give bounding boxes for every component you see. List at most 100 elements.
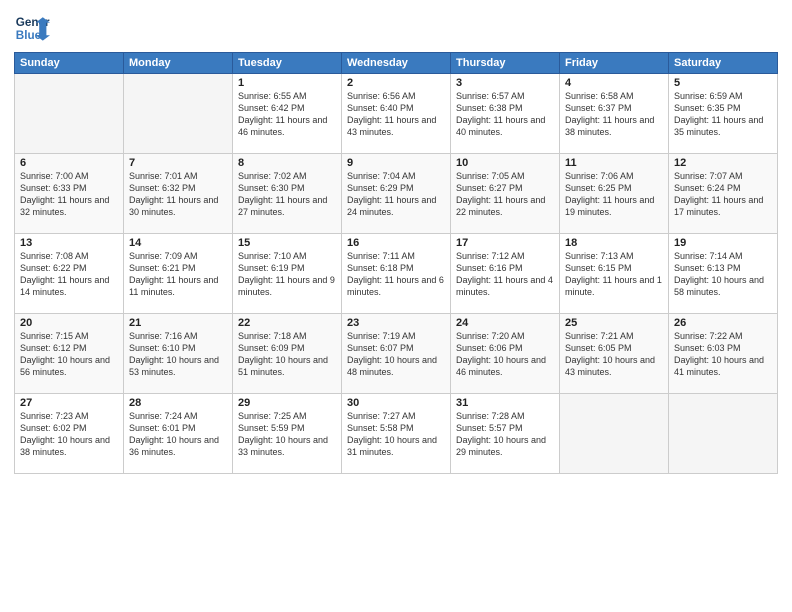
day-detail: Sunrise: 7:09 AM Sunset: 6:21 PM Dayligh… bbox=[129, 250, 227, 299]
day-number: 25 bbox=[565, 317, 663, 329]
calendar-cell: 31Sunrise: 7:28 AM Sunset: 5:57 PM Dayli… bbox=[451, 394, 560, 474]
calendar-cell: 4Sunrise: 6:58 AM Sunset: 6:37 PM Daylig… bbox=[560, 74, 669, 154]
calendar-table: SundayMondayTuesdayWednesdayThursdayFrid… bbox=[14, 52, 778, 474]
calendar-cell: 5Sunrise: 6:59 AM Sunset: 6:35 PM Daylig… bbox=[669, 74, 778, 154]
calendar-cell bbox=[124, 74, 233, 154]
calendar-cell: 14Sunrise: 7:09 AM Sunset: 6:21 PM Dayli… bbox=[124, 234, 233, 314]
day-number: 13 bbox=[20, 237, 118, 249]
day-detail: Sunrise: 7:00 AM Sunset: 6:33 PM Dayligh… bbox=[20, 170, 118, 219]
calendar-cell: 3Sunrise: 6:57 AM Sunset: 6:38 PM Daylig… bbox=[451, 74, 560, 154]
week-row-5: 27Sunrise: 7:23 AM Sunset: 6:02 PM Dayli… bbox=[15, 394, 778, 474]
calendar-cell: 6Sunrise: 7:00 AM Sunset: 6:33 PM Daylig… bbox=[15, 154, 124, 234]
header-row: SundayMondayTuesdayWednesdayThursdayFrid… bbox=[15, 53, 778, 74]
day-number: 3 bbox=[456, 77, 554, 89]
logo: General Blue bbox=[14, 10, 50, 46]
day-detail: Sunrise: 7:16 AM Sunset: 6:10 PM Dayligh… bbox=[129, 330, 227, 379]
calendar-cell: 27Sunrise: 7:23 AM Sunset: 6:02 PM Dayli… bbox=[15, 394, 124, 474]
day-header-friday: Friday bbox=[560, 53, 669, 74]
day-header-thursday: Thursday bbox=[451, 53, 560, 74]
calendar-cell bbox=[669, 394, 778, 474]
day-number: 23 bbox=[347, 317, 445, 329]
day-detail: Sunrise: 7:01 AM Sunset: 6:32 PM Dayligh… bbox=[129, 170, 227, 219]
calendar-cell: 26Sunrise: 7:22 AM Sunset: 6:03 PM Dayli… bbox=[669, 314, 778, 394]
day-detail: Sunrise: 7:18 AM Sunset: 6:09 PM Dayligh… bbox=[238, 330, 336, 379]
calendar-cell: 16Sunrise: 7:11 AM Sunset: 6:18 PM Dayli… bbox=[342, 234, 451, 314]
day-number: 19 bbox=[674, 237, 772, 249]
calendar-cell: 24Sunrise: 7:20 AM Sunset: 6:06 PM Dayli… bbox=[451, 314, 560, 394]
calendar-cell: 15Sunrise: 7:10 AM Sunset: 6:19 PM Dayli… bbox=[233, 234, 342, 314]
header: General Blue bbox=[14, 10, 778, 46]
day-number: 26 bbox=[674, 317, 772, 329]
day-number: 1 bbox=[238, 77, 336, 89]
day-detail: Sunrise: 7:21 AM Sunset: 6:05 PM Dayligh… bbox=[565, 330, 663, 379]
calendar-cell: 9Sunrise: 7:04 AM Sunset: 6:29 PM Daylig… bbox=[342, 154, 451, 234]
calendar-cell: 21Sunrise: 7:16 AM Sunset: 6:10 PM Dayli… bbox=[124, 314, 233, 394]
calendar-cell: 29Sunrise: 7:25 AM Sunset: 5:59 PM Dayli… bbox=[233, 394, 342, 474]
day-number: 20 bbox=[20, 317, 118, 329]
day-number: 8 bbox=[238, 157, 336, 169]
day-detail: Sunrise: 7:27 AM Sunset: 5:58 PM Dayligh… bbox=[347, 410, 445, 459]
day-detail: Sunrise: 7:25 AM Sunset: 5:59 PM Dayligh… bbox=[238, 410, 336, 459]
week-row-3: 13Sunrise: 7:08 AM Sunset: 6:22 PM Dayli… bbox=[15, 234, 778, 314]
day-detail: Sunrise: 7:24 AM Sunset: 6:01 PM Dayligh… bbox=[129, 410, 227, 459]
day-detail: Sunrise: 7:06 AM Sunset: 6:25 PM Dayligh… bbox=[565, 170, 663, 219]
day-header-saturday: Saturday bbox=[669, 53, 778, 74]
day-detail: Sunrise: 7:19 AM Sunset: 6:07 PM Dayligh… bbox=[347, 330, 445, 379]
day-header-sunday: Sunday bbox=[15, 53, 124, 74]
calendar-cell: 2Sunrise: 6:56 AM Sunset: 6:40 PM Daylig… bbox=[342, 74, 451, 154]
day-detail: Sunrise: 7:10 AM Sunset: 6:19 PM Dayligh… bbox=[238, 250, 336, 299]
calendar-cell: 11Sunrise: 7:06 AM Sunset: 6:25 PM Dayli… bbox=[560, 154, 669, 234]
day-number: 6 bbox=[20, 157, 118, 169]
calendar-cell: 22Sunrise: 7:18 AM Sunset: 6:09 PM Dayli… bbox=[233, 314, 342, 394]
calendar-cell: 20Sunrise: 7:15 AM Sunset: 6:12 PM Dayli… bbox=[15, 314, 124, 394]
day-number: 17 bbox=[456, 237, 554, 249]
day-detail: Sunrise: 7:11 AM Sunset: 6:18 PM Dayligh… bbox=[347, 250, 445, 299]
day-detail: Sunrise: 6:55 AM Sunset: 6:42 PM Dayligh… bbox=[238, 90, 336, 139]
calendar-cell: 23Sunrise: 7:19 AM Sunset: 6:07 PM Dayli… bbox=[342, 314, 451, 394]
day-header-monday: Monday bbox=[124, 53, 233, 74]
day-detail: Sunrise: 6:59 AM Sunset: 6:35 PM Dayligh… bbox=[674, 90, 772, 139]
calendar-cell: 17Sunrise: 7:12 AM Sunset: 6:16 PM Dayli… bbox=[451, 234, 560, 314]
week-row-1: 1Sunrise: 6:55 AM Sunset: 6:42 PM Daylig… bbox=[15, 74, 778, 154]
page-container: General Blue SundayMondayTuesdayWednesda… bbox=[0, 0, 792, 480]
day-detail: Sunrise: 7:13 AM Sunset: 6:15 PM Dayligh… bbox=[565, 250, 663, 299]
day-number: 12 bbox=[674, 157, 772, 169]
week-row-2: 6Sunrise: 7:00 AM Sunset: 6:33 PM Daylig… bbox=[15, 154, 778, 234]
calendar-cell: 30Sunrise: 7:27 AM Sunset: 5:58 PM Dayli… bbox=[342, 394, 451, 474]
day-number: 21 bbox=[129, 317, 227, 329]
calendar-cell: 8Sunrise: 7:02 AM Sunset: 6:30 PM Daylig… bbox=[233, 154, 342, 234]
calendar-cell: 13Sunrise: 7:08 AM Sunset: 6:22 PM Dayli… bbox=[15, 234, 124, 314]
day-number: 2 bbox=[347, 77, 445, 89]
day-detail: Sunrise: 7:15 AM Sunset: 6:12 PM Dayligh… bbox=[20, 330, 118, 379]
day-number: 18 bbox=[565, 237, 663, 249]
day-number: 11 bbox=[565, 157, 663, 169]
day-number: 9 bbox=[347, 157, 445, 169]
day-number: 24 bbox=[456, 317, 554, 329]
day-number: 5 bbox=[674, 77, 772, 89]
day-number: 16 bbox=[347, 237, 445, 249]
week-row-4: 20Sunrise: 7:15 AM Sunset: 6:12 PM Dayli… bbox=[15, 314, 778, 394]
day-detail: Sunrise: 7:20 AM Sunset: 6:06 PM Dayligh… bbox=[456, 330, 554, 379]
day-number: 28 bbox=[129, 397, 227, 409]
day-detail: Sunrise: 7:02 AM Sunset: 6:30 PM Dayligh… bbox=[238, 170, 336, 219]
calendar-cell: 1Sunrise: 6:55 AM Sunset: 6:42 PM Daylig… bbox=[233, 74, 342, 154]
calendar-cell: 28Sunrise: 7:24 AM Sunset: 6:01 PM Dayli… bbox=[124, 394, 233, 474]
day-detail: Sunrise: 7:23 AM Sunset: 6:02 PM Dayligh… bbox=[20, 410, 118, 459]
day-number: 15 bbox=[238, 237, 336, 249]
calendar-cell: 10Sunrise: 7:05 AM Sunset: 6:27 PM Dayli… bbox=[451, 154, 560, 234]
day-detail: Sunrise: 6:56 AM Sunset: 6:40 PM Dayligh… bbox=[347, 90, 445, 139]
calendar-cell: 7Sunrise: 7:01 AM Sunset: 6:32 PM Daylig… bbox=[124, 154, 233, 234]
day-number: 4 bbox=[565, 77, 663, 89]
day-detail: Sunrise: 7:07 AM Sunset: 6:24 PM Dayligh… bbox=[674, 170, 772, 219]
day-detail: Sunrise: 7:28 AM Sunset: 5:57 PM Dayligh… bbox=[456, 410, 554, 459]
day-detail: Sunrise: 7:14 AM Sunset: 6:13 PM Dayligh… bbox=[674, 250, 772, 299]
calendar-cell: 19Sunrise: 7:14 AM Sunset: 6:13 PM Dayli… bbox=[669, 234, 778, 314]
calendar-cell bbox=[15, 74, 124, 154]
day-number: 7 bbox=[129, 157, 227, 169]
day-header-wednesday: Wednesday bbox=[342, 53, 451, 74]
calendar-cell: 12Sunrise: 7:07 AM Sunset: 6:24 PM Dayli… bbox=[669, 154, 778, 234]
day-number: 29 bbox=[238, 397, 336, 409]
calendar-cell: 18Sunrise: 7:13 AM Sunset: 6:15 PM Dayli… bbox=[560, 234, 669, 314]
day-detail: Sunrise: 7:22 AM Sunset: 6:03 PM Dayligh… bbox=[674, 330, 772, 379]
logo-icon: General Blue bbox=[14, 10, 50, 46]
